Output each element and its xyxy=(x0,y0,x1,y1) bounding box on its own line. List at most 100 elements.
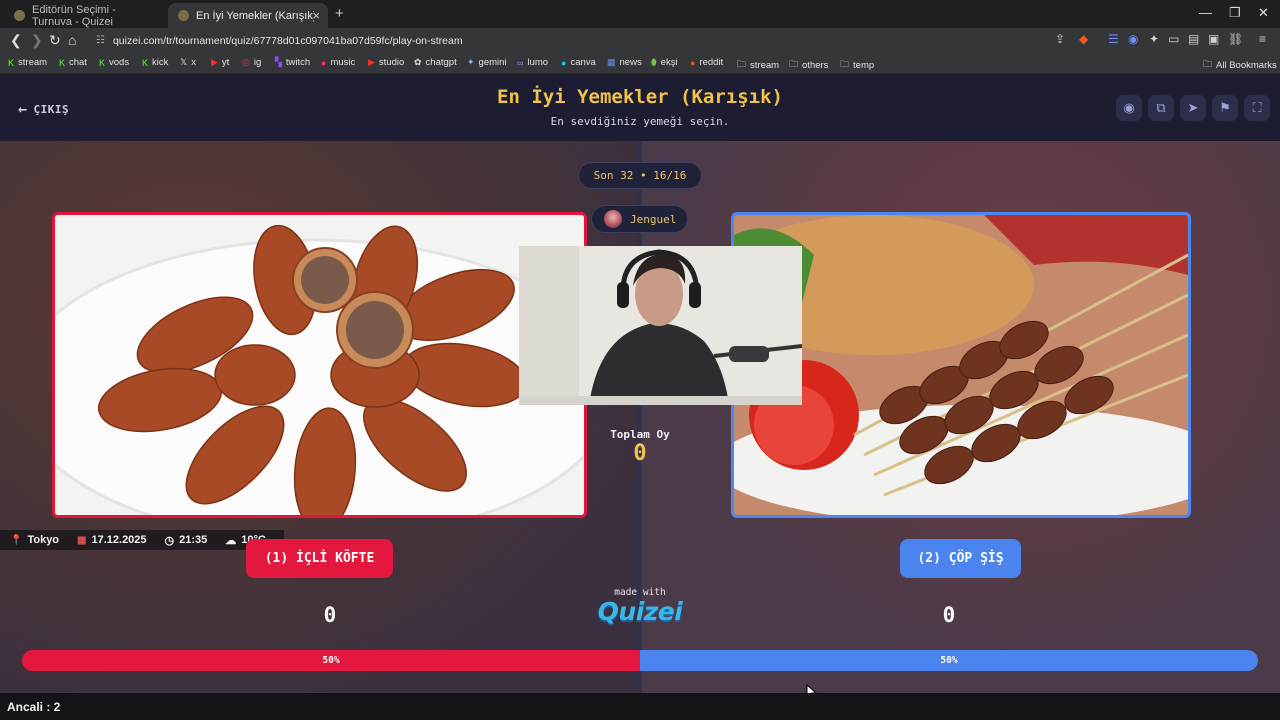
close-tab-icon[interactable]: × xyxy=(312,8,320,23)
bookmarks-bar: Kstream Kchat Kvods Kkick 𝕏x ▶ yt ◎ ig ▚ tw… xyxy=(0,53,1280,74)
send-icon[interactable]: ➤ xyxy=(1180,95,1206,121)
bookmark-item[interactable]: Kvods xyxy=(99,57,129,68)
calendar-icon: ▦ xyxy=(77,534,87,546)
bookmark-item[interactable]: ▚ twitch xyxy=(275,57,310,68)
kick-icon: K xyxy=(8,57,15,68)
bookmark-item[interactable]: Kstream xyxy=(8,57,47,68)
quizei-favicon-icon xyxy=(14,10,25,21)
fullscreen-icon[interactable]: ⛶ xyxy=(1244,95,1270,121)
sidebar-icon[interactable]: ▭ xyxy=(1168,32,1179,46)
reload-icon[interactable]: ↻ xyxy=(49,32,61,49)
bookmark-item[interactable]: ● reddit xyxy=(690,57,723,68)
streamer-webcam-image xyxy=(519,246,802,405)
bookmark-item[interactable]: ● music xyxy=(321,57,355,68)
bookmark-item[interactable]: ◎ ig xyxy=(242,57,261,68)
mouse-cursor-icon xyxy=(806,684,817,693)
quiz-subtitle: En sevdiğiniz yemeği seçin. xyxy=(550,115,730,128)
gemini-icon: ✦ xyxy=(467,57,475,67)
tab-title: Editörün Seçimi - Turnuva - Quizei xyxy=(32,3,116,28)
lumo-icon: ∞ xyxy=(517,57,524,68)
bookmark-item[interactable]: 𝕏x xyxy=(180,57,196,68)
folder-icon: 🗀 xyxy=(840,59,850,69)
share-icon[interactable]: ⇪ xyxy=(1055,32,1065,46)
date-item: ▦ 17.12.2025 xyxy=(77,534,147,546)
address-bar-row: ❮ ❯ ↻ ⌂ ☷ quizei.com/tr/tournament/quiz/… xyxy=(0,28,1280,53)
bookmark-item[interactable]: ● canva xyxy=(561,57,596,68)
bookmark-item[interactable]: ✿ chatgpt xyxy=(414,57,457,68)
extensions-icon[interactable]: ✦ xyxy=(1149,32,1159,46)
kick-icon: K xyxy=(142,57,149,68)
cop-sis-photo xyxy=(734,215,1188,515)
instagram-icon: ◎ xyxy=(242,57,250,67)
quiz-title: En İyi Yemekler (Karışık) xyxy=(497,86,783,108)
quiz-page: ← ÇIKIŞ En İyi Yemekler (Karışık) En sev… xyxy=(0,75,1280,693)
choice-card-left[interactable] xyxy=(52,212,587,518)
folder-icon: 🗀 xyxy=(789,59,799,69)
avatar xyxy=(604,210,622,228)
bookmark-item[interactable]: ∞ lumo xyxy=(517,57,548,68)
folder-icon: 🗀 xyxy=(1203,59,1213,69)
music-icon: ● xyxy=(321,57,327,68)
close-window-button[interactable]: ✕ xyxy=(1258,5,1269,21)
all-bookmarks-folder[interactable]: 🗀 All Bookmarks xyxy=(1203,57,1277,73)
bookmark-item[interactable]: Kchat xyxy=(59,57,87,68)
tab-title: En İyi Yemekler (Karışık) - Tier Li xyxy=(196,9,314,22)
bookmark-item[interactable]: ⬮ ekşi xyxy=(651,57,678,68)
copy-icon[interactable]: ⧉ xyxy=(1148,95,1174,121)
home-icon[interactable]: ⌂ xyxy=(68,32,76,48)
back-icon[interactable]: ❮ xyxy=(10,32,22,49)
location-item: 📍 Tokyo xyxy=(10,534,60,546)
brave-shields-icon[interactable]: ◆ xyxy=(1079,32,1088,46)
stream-footer: Ancali : 2 xyxy=(0,693,1280,720)
bookmark-item[interactable]: ▶ studio xyxy=(368,57,404,68)
x-icon: 𝕏 xyxy=(180,57,188,67)
vote-bar-right: 50% xyxy=(640,650,1258,671)
flag-icon[interactable]: ⚑ xyxy=(1212,95,1238,121)
score-right: 0 xyxy=(942,603,956,627)
news-icon: ▦ xyxy=(607,57,616,67)
restore-button[interactable]: ❐ xyxy=(1229,5,1241,21)
reading-list-icon[interactable]: ☰ xyxy=(1108,32,1119,46)
folder-icon: 🗀 xyxy=(737,59,747,69)
choice-button-right[interactable]: (2) ÇÖP ŞİŞ xyxy=(900,539,1021,578)
cloud-icon: ☁ xyxy=(225,534,237,547)
bookmark-item[interactable]: Kkick xyxy=(142,57,168,68)
eksi-icon: ⬮ xyxy=(651,57,657,67)
link-icon[interactable]: ⛓ xyxy=(1228,32,1243,46)
reddit-icon: ● xyxy=(690,57,696,68)
bookmark-folder[interactable]: 🗀 temp xyxy=(840,57,874,73)
eye-icon[interactable]: ◉ xyxy=(1116,95,1142,121)
kick-icon: K xyxy=(59,57,66,68)
score-left: 0 xyxy=(323,603,337,627)
stream-info-overlay: 📍Tokyo ▦17.12.2025 ◷21:35 ☁10°C xyxy=(0,530,284,550)
browser-tab-bar: Editörün Seçimi - Turnuva - Quizei En İy… xyxy=(0,0,1280,28)
time-item: ◷ 21:35 xyxy=(164,534,208,547)
canva-icon: ● xyxy=(561,57,567,68)
browser-tab-editors-choice[interactable]: Editörün Seçimi - Turnuva - Quizei xyxy=(4,3,164,28)
icli-kofte-photo xyxy=(55,215,584,515)
choice-button-left[interactable]: (1) İÇLİ KÖFTE xyxy=(246,539,393,578)
clock-icon: ◷ xyxy=(164,534,175,547)
forward-icon[interactable]: ❯ xyxy=(31,32,43,49)
bookmark-item[interactable]: ▶ yt xyxy=(211,57,229,68)
kick-icon: K xyxy=(99,57,106,68)
total-votes-value: 0 xyxy=(633,441,647,466)
menu-icon[interactable]: ≡ xyxy=(1259,32,1266,46)
bookmark-item[interactable]: ▦ news xyxy=(607,57,642,68)
speech-icon[interactable]: ◉ xyxy=(1128,32,1138,46)
quizei-logo: Quizei xyxy=(597,597,683,626)
site-info-icon[interactable]: ☷ xyxy=(96,35,105,46)
studio-icon: ▶ xyxy=(368,57,375,67)
bookmark-folder[interactable]: 🗀 stream xyxy=(737,57,779,73)
reader-icon[interactable]: ▤ xyxy=(1188,32,1199,46)
quiz-header: ← ÇIKIŞ En İyi Yemekler (Karışık) En sev… xyxy=(0,75,1280,141)
bookmark-item[interactable]: ✦ gemini xyxy=(467,57,507,68)
youtube-icon: ▶ xyxy=(211,57,218,67)
screenshot-icon[interactable]: ▣ xyxy=(1208,32,1219,46)
new-tab-button[interactable]: + xyxy=(335,5,344,22)
match-arena: Son 32 • 16/16 Jenguel Toplam Oy 0 📍 Tok… xyxy=(0,141,1280,693)
bookmark-folder[interactable]: 🗀 others xyxy=(789,57,828,73)
browser-tab-active[interactable]: En İyi Yemekler (Karışık) - Tier Li × xyxy=(168,3,328,28)
minimize-button[interactable]: — xyxy=(1199,5,1212,20)
url-field[interactable]: ☷ quizei.com/tr/tournament/quiz/67778d01… xyxy=(96,31,1096,50)
